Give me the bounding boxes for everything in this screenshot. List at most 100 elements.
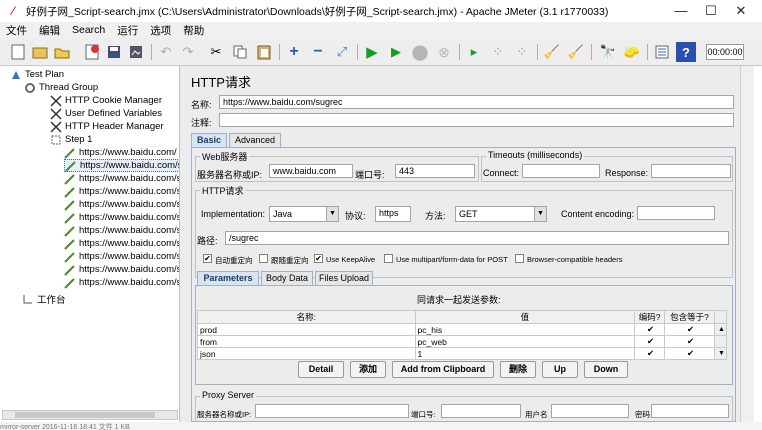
- stop-icon[interactable]: ⬤: [410, 42, 430, 62]
- tree-node-sampler[interactable]: https://www.baidu.com/s: [64, 185, 179, 198]
- proxy-user-field[interactable]: [551, 404, 629, 418]
- expand-all-icon[interactable]: +: [284, 42, 304, 62]
- tree-node-sampler-selected[interactable]: https://www.baidu.com/s: [64, 159, 179, 172]
- proxy-server-field[interactable]: [255, 404, 409, 418]
- tab-advanced[interactable]: Advanced: [229, 133, 281, 147]
- help-icon[interactable]: ?: [676, 42, 696, 62]
- save-icon[interactable]: [104, 42, 124, 62]
- save-screenshot-icon[interactable]: [126, 42, 146, 62]
- remote-shutdown-icon[interactable]: ⁘: [512, 42, 532, 62]
- clear-all-icon[interactable]: 🧹: [566, 42, 586, 62]
- menu-help[interactable]: 帮助: [177, 23, 210, 38]
- paste-icon[interactable]: [254, 42, 274, 62]
- down-button[interactable]: Down: [584, 361, 628, 378]
- tree-node-sampler[interactable]: https://www.baidu.com/s: [64, 198, 179, 211]
- clear-icon[interactable]: 🧹: [542, 42, 562, 62]
- name-field[interactable]: https://www.baidu.com/sugrec: [219, 95, 734, 109]
- tree-node-sampler[interactable]: https://www.baidu.com/s: [64, 211, 179, 224]
- implementation-select[interactable]: Java ▼: [269, 206, 339, 222]
- menu-file[interactable]: 文件: [0, 23, 33, 38]
- keepalive-checkbox[interactable]: ✔: [314, 254, 323, 263]
- toggle-icon[interactable]: ⤢: [332, 42, 352, 62]
- path-field[interactable]: /sugrec: [225, 231, 729, 245]
- encode-checkbox[interactable]: ✔: [634, 323, 666, 336]
- redo-icon[interactable]: ↷: [178, 42, 198, 62]
- browser-compatible-checkbox[interactable]: [515, 254, 524, 263]
- tree-node-sampler[interactable]: https://www.baidu.com/: [64, 146, 177, 159]
- scroll-up-arrow-icon[interactable]: ▲: [713, 323, 728, 336]
- tree-node-sampler[interactable]: https://www.baidu.com/s: [64, 172, 179, 185]
- detail-button[interactable]: Detail: [298, 361, 344, 378]
- tree-node-cookie-manager[interactable]: HTTP Cookie Manager: [50, 94, 162, 107]
- menu-options[interactable]: 选项: [144, 23, 177, 38]
- menu-run[interactable]: 运行: [111, 23, 144, 38]
- close-button[interactable]: ✕: [726, 0, 756, 22]
- templates-icon[interactable]: [30, 42, 50, 62]
- add-from-clipboard-button[interactable]: Add from Clipboard: [392, 361, 494, 378]
- undo-icon[interactable]: ↶: [156, 42, 176, 62]
- server-field[interactable]: www.baidu.com: [269, 164, 353, 178]
- table-row[interactable]: prod pc_his ✔ ✔ ▲: [197, 323, 728, 336]
- open-icon[interactable]: [52, 42, 72, 62]
- tree-node-sampler[interactable]: https://www.baidu.com/s: [64, 224, 179, 237]
- start-no-pauses-icon[interactable]: ▶: [386, 42, 406, 62]
- tree-node-step-1[interactable]: Step 1: [50, 133, 92, 146]
- tree-node-header-manager[interactable]: HTTP Header Manager: [50, 120, 164, 133]
- remote-stop-icon[interactable]: ⁘: [488, 42, 508, 62]
- maximize-button[interactable]: ☐: [696, 0, 726, 22]
- tab-basic[interactable]: Basic: [191, 133, 227, 147]
- include-equals-checkbox[interactable]: ✔: [664, 347, 715, 360]
- follow-redirects-checkbox-auto[interactable]: ✔: [203, 254, 212, 263]
- multipart-checkbox[interactable]: [384, 254, 393, 263]
- tree-node-sampler[interactable]: https://www.baidu.com/s: [64, 263, 179, 276]
- up-button[interactable]: Up: [542, 361, 578, 378]
- protocol-field[interactable]: https: [375, 206, 411, 222]
- copy-icon[interactable]: [230, 42, 250, 62]
- collapse-all-icon[interactable]: −: [308, 42, 328, 62]
- tab-parameters[interactable]: Parameters: [197, 271, 259, 285]
- close-file-icon[interactable]: [82, 42, 102, 62]
- reset-search-icon[interactable]: 🧽: [622, 42, 642, 62]
- table-scroll-up[interactable]: [713, 310, 728, 324]
- comment-field[interactable]: [219, 113, 734, 127]
- table-row[interactable]: json 1 ✔ ✔ ▼: [197, 347, 728, 360]
- port-field[interactable]: 443: [395, 164, 475, 178]
- menu-edit[interactable]: 编辑: [33, 23, 66, 38]
- follow-redirects-checkbox[interactable]: [259, 254, 268, 263]
- minimize-button[interactable]: —: [666, 0, 696, 22]
- tree-horizontal-scrollbar[interactable]: [2, 410, 178, 420]
- panel-vertical-scrollbar[interactable]: [740, 66, 754, 422]
- remote-start-icon[interactable]: ▸: [464, 42, 484, 62]
- tree-node-sampler[interactable]: https://www.baidu.com/s: [64, 276, 179, 289]
- tree-node-test-plan[interactable]: Test Plan: [10, 68, 64, 81]
- tree-node-sampler[interactable]: https://www.baidu.com/s: [64, 237, 179, 250]
- sampler-panel: HTTP请求 名称: https://www.baidu.com/sugrec …: [185, 66, 740, 422]
- content-encoding-field[interactable]: [637, 206, 715, 220]
- cut-icon[interactable]: ✂: [206, 42, 226, 62]
- function-helper-icon[interactable]: [652, 42, 672, 62]
- proxy-port-field[interactable]: [441, 404, 521, 418]
- shutdown-icon[interactable]: ⊗: [434, 42, 454, 62]
- tree-node-workbench[interactable]: 工作台: [22, 292, 66, 306]
- method-select[interactable]: GET ▼: [455, 206, 547, 222]
- include-equals-checkbox[interactable]: ✔: [664, 323, 715, 336]
- encode-checkbox[interactable]: ✔: [634, 347, 666, 360]
- tab-body-data[interactable]: Body Data: [261, 271, 313, 285]
- tree-node-sampler[interactable]: https://www.baidu.com/s: [64, 250, 179, 263]
- new-icon[interactable]: [8, 42, 28, 62]
- include-equals-checkbox[interactable]: ✔: [664, 335, 715, 348]
- add-button[interactable]: 添加: [350, 361, 386, 378]
- response-field[interactable]: [651, 164, 731, 178]
- menu-search[interactable]: Search: [66, 24, 111, 36]
- tree-node-user-defined-variables[interactable]: User Defined Variables: [50, 107, 162, 120]
- table-row[interactable]: from pc_web ✔ ✔: [197, 335, 728, 348]
- connect-field[interactable]: [522, 164, 600, 178]
- scroll-down-arrow-icon[interactable]: ▼: [713, 347, 728, 360]
- delete-button[interactable]: 删除: [500, 361, 536, 378]
- tree-node-thread-group[interactable]: Thread Group: [24, 81, 98, 94]
- proxy-password-field[interactable]: [651, 404, 729, 418]
- tab-files-upload[interactable]: Files Upload: [315, 271, 373, 285]
- encode-checkbox[interactable]: ✔: [634, 335, 666, 348]
- start-icon[interactable]: ▶: [362, 42, 382, 62]
- search-icon[interactable]: 🔭: [598, 42, 618, 62]
